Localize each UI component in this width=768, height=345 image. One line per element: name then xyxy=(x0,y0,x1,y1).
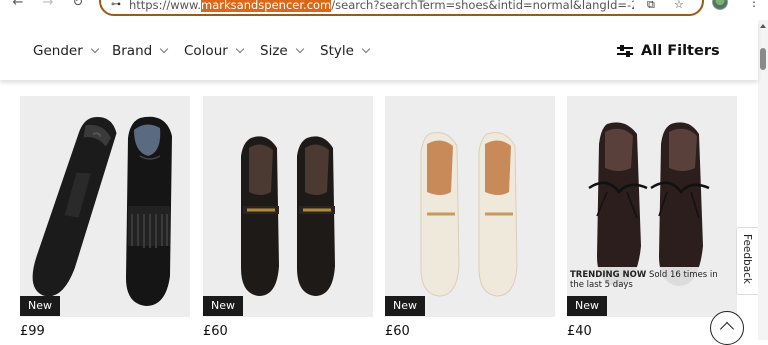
new-badge: New xyxy=(203,296,243,316)
product-card[interactable]: New £60 xyxy=(203,96,373,339)
black-loafer-shoe-image xyxy=(241,136,335,296)
feedback-tab[interactable]: Feedback xyxy=(736,227,758,295)
loafer-tassel-shoe-image xyxy=(32,116,172,306)
url-text: https://www.marksandspencer.com/search?s… xyxy=(129,0,634,12)
browser-menu-icon[interactable]: ⋮ xyxy=(748,0,760,10)
filter-bar: Gender Brand Colour Size Style All Filte… xyxy=(0,20,758,80)
chevron-down-icon xyxy=(90,44,99,54)
back-arrow-icon[interactable]: ← xyxy=(10,0,26,10)
reload-icon[interactable]: ↻ xyxy=(70,0,86,10)
product-card[interactable]: New £60 xyxy=(385,96,555,339)
new-badge: New xyxy=(567,296,607,316)
cream-loafer-shoe-image xyxy=(420,132,518,297)
scrollbar-thumb[interactable] xyxy=(760,48,766,70)
translate-icon[interactable]: ⧉ xyxy=(647,0,655,11)
product-price: £99 xyxy=(20,324,45,339)
product-card[interactable]: TRENDING NOW Sold 16 times in the last 5… xyxy=(567,96,737,339)
page-scrollbar[interactable] xyxy=(758,20,768,340)
trending-banner: TRENDING NOW Sold 16 times in the last 5… xyxy=(567,267,737,293)
filter-sliders-icon xyxy=(617,44,633,58)
product-image[interactable]: TRENDING NOW Sold 16 times in the last 5… xyxy=(567,96,737,317)
filter-gender-dropdown[interactable]: Gender xyxy=(33,41,99,61)
new-badge: New xyxy=(20,296,60,316)
product-price: £60 xyxy=(385,324,410,339)
forward-arrow-icon[interactable]: → xyxy=(40,0,56,10)
chevron-down-icon xyxy=(235,44,245,54)
product-image[interactable]: New xyxy=(20,96,190,317)
profile-avatar[interactable] xyxy=(712,0,728,10)
all-filters-button[interactable]: All Filters xyxy=(617,40,720,62)
browser-toolbar: ← → ↻ ⊶ https://www.marksandspencer.com/… xyxy=(0,0,768,20)
site-info-icon[interactable]: ⊶ xyxy=(111,0,121,10)
filter-style-dropdown[interactable]: Style xyxy=(320,41,371,61)
scroll-up-icon[interactable] xyxy=(760,24,766,28)
new-badge: New xyxy=(385,296,425,316)
filter-colour-dropdown[interactable]: Colour xyxy=(184,41,245,61)
chevron-down-icon xyxy=(295,44,304,54)
product-price: £60 xyxy=(203,324,228,339)
chevron-down-icon xyxy=(159,44,169,54)
bookmark-star-icon[interactable]: ☆ xyxy=(674,0,684,11)
product-image[interactable]: New xyxy=(385,96,555,317)
chevron-down-icon xyxy=(361,44,371,54)
product-image[interactable]: New xyxy=(203,96,373,317)
address-bar[interactable]: ⊶ https://www.marksandspencer.com/search… xyxy=(99,0,704,16)
product-card[interactable]: New £99 xyxy=(20,96,190,339)
filter-brand-dropdown[interactable]: Brand xyxy=(112,41,169,61)
filter-size-dropdown[interactable]: Size xyxy=(260,41,304,61)
